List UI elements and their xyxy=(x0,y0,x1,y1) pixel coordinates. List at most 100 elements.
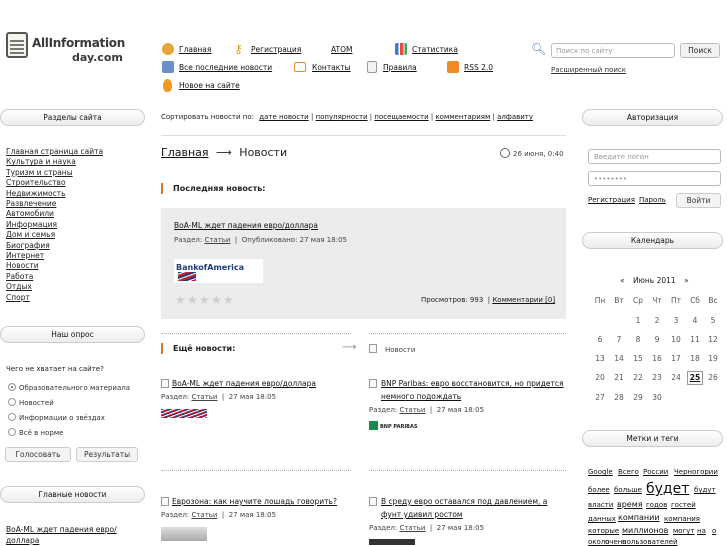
calendar-day[interactable]: 27 xyxy=(592,393,608,402)
tag-link[interactable]: о xyxy=(712,527,716,535)
calendar-day[interactable]: 23 xyxy=(649,373,665,382)
sort-popularity[interactable]: популярности xyxy=(316,113,368,121)
sidebar-item[interactable]: Автомобили xyxy=(6,209,54,218)
news-item-title[interactable]: BoA-ML ждет падения евро/доллара xyxy=(172,377,352,390)
poll-option[interactable]: Образовательного материала xyxy=(8,383,130,392)
calendar-day[interactable]: 8 xyxy=(630,335,646,344)
star-icon[interactable]: ★ xyxy=(187,294,198,306)
calendar-day[interactable]: 1 xyxy=(630,316,646,325)
tag-link[interactable]: больше xyxy=(614,486,642,494)
login-button[interactable]: Войти xyxy=(676,193,721,208)
calendar-day[interactable]: 26 xyxy=(705,373,721,382)
nav-atom[interactable]: ATOM xyxy=(331,45,353,54)
search-button[interactable]: Поиск xyxy=(680,43,720,58)
tag-link[interactable]: миллионов xyxy=(622,526,668,535)
nav-register[interactable]: Регистрация xyxy=(251,45,301,54)
password-input[interactable]: •••••••• xyxy=(588,171,721,186)
calendar-day[interactable]: 10 xyxy=(668,335,684,344)
news-item-title[interactable]: BNP Paribas: евро восстановится, но прид… xyxy=(381,377,566,403)
calendar-day[interactable]: 28 xyxy=(611,393,627,402)
main-news-link[interactable]: BoA-ML ждет падения евро/доллара xyxy=(6,524,141,546)
calendar-prev[interactable]: « xyxy=(620,276,625,285)
sidebar-item[interactable]: Отдых xyxy=(6,282,32,291)
nav-contacts[interactable]: Контакты xyxy=(312,63,351,72)
star-icon[interactable]: ★ xyxy=(175,294,186,306)
sidebar-item[interactable]: Спорт xyxy=(6,293,30,302)
calendar-day[interactable]: 30 xyxy=(649,393,665,402)
calendar-day[interactable]: 21 xyxy=(611,373,627,382)
vote-button[interactable]: Голосовать xyxy=(5,447,71,462)
calendar-day[interactable]: 22 xyxy=(630,373,646,382)
tag-link[interactable]: России xyxy=(643,468,668,476)
tag-link[interactable]: Всего xyxy=(618,468,639,476)
news-section-link[interactable]: Новости xyxy=(385,346,415,354)
tag-link[interactable]: компания xyxy=(664,515,700,523)
sidebar-item[interactable]: Туризм и страны xyxy=(6,168,73,177)
calendar-day[interactable]: 25 xyxy=(687,371,703,385)
calendar-day[interactable]: 24 xyxy=(668,373,684,382)
calendar-day[interactable]: 2 xyxy=(649,316,665,325)
calendar-day[interactable]: 16 xyxy=(649,354,665,363)
sidebar-item[interactable]: Культура и наука xyxy=(6,157,76,166)
star-icon[interactable]: ★ xyxy=(211,294,222,306)
tag-link[interactable]: более xyxy=(588,486,610,494)
sort-alphabet[interactable]: алфавиту xyxy=(497,113,533,121)
calendar-day[interactable]: 17 xyxy=(668,354,684,363)
tag-link[interactable]: на xyxy=(697,527,706,535)
tag-link[interactable]: могут xyxy=(673,527,694,535)
calendar-day[interactable]: 4 xyxy=(687,316,703,325)
results-button[interactable]: Результаты xyxy=(76,447,138,462)
calendar-day[interactable]: 15 xyxy=(630,354,646,363)
sort-visits[interactable]: посещаемости xyxy=(374,113,428,121)
sidebar-item[interactable]: Строительство xyxy=(6,178,66,187)
calendar-day[interactable]: 6 xyxy=(592,335,608,344)
poll-option[interactable]: Информации о звёздах xyxy=(8,413,105,422)
calendar-day[interactable]: 20 xyxy=(592,373,608,382)
nav-all-news[interactable]: Все последние новости xyxy=(179,63,272,72)
sidebar-item[interactable]: Недвижимость xyxy=(6,189,66,198)
sidebar-item[interactable]: Главная страница сайта xyxy=(6,147,103,156)
nav-new-on-site[interactable]: Новое на сайте xyxy=(179,81,240,90)
tag-link[interactable]: время xyxy=(617,500,643,509)
tag-link[interactable]: Черногории xyxy=(674,468,718,476)
calendar-day[interactable]: 11 xyxy=(687,335,703,344)
poll-option[interactable]: Всё в норме xyxy=(8,428,63,437)
tag-link[interactable]: власти xyxy=(588,501,613,509)
star-icon[interactable]: ★ xyxy=(223,294,234,306)
calendar-day[interactable]: 13 xyxy=(592,354,608,363)
sort-comments[interactable]: комментариям xyxy=(435,113,490,121)
sidebar-item[interactable]: Интернет xyxy=(6,251,44,260)
sort-date[interactable]: дате новости xyxy=(259,113,308,121)
calendar-day[interactable]: 18 xyxy=(687,354,703,363)
calendar-day[interactable]: 12 xyxy=(705,335,721,344)
nav-stats[interactable]: Статистика xyxy=(412,45,458,54)
sidebar-item[interactable]: Новости xyxy=(6,261,39,270)
tag-link[interactable]: данных xyxy=(588,515,616,523)
calendar-next[interactable]: » xyxy=(684,276,689,285)
advanced-search-link[interactable]: Расширенный поиск xyxy=(551,66,626,74)
news-item-title[interactable]: В среду евро оставался под давлением, а … xyxy=(381,495,566,521)
calendar-day[interactable]: 19 xyxy=(705,354,721,363)
tag-link[interactable]: будет xyxy=(646,481,689,497)
calendar-day[interactable]: 29 xyxy=(630,393,646,402)
tag-link[interactable]: которые xyxy=(588,527,619,535)
nav-rss[interactable]: RSS 2.0 xyxy=(464,63,493,72)
calendar-day[interactable]: 7 xyxy=(611,335,627,344)
sidebar-item[interactable]: Информация xyxy=(6,220,57,229)
latest-news-title[interactable]: BoA-ML ждет падения евро/доллара xyxy=(174,221,318,230)
sidebar-item[interactable]: Развлечение xyxy=(6,199,56,208)
login-input[interactable]: Введите логин xyxy=(588,149,721,164)
tag-link[interactable]: компании xyxy=(618,513,660,522)
site-logo[interactable]: AllInformation day.com xyxy=(4,30,144,70)
sidebar-item[interactable]: Биография xyxy=(6,241,50,250)
nav-rules[interactable]: Правила xyxy=(383,63,417,72)
tag-link[interactable]: годов xyxy=(646,501,667,509)
nav-home[interactable]: Главная xyxy=(179,45,211,54)
register-link[interactable]: Регистрация xyxy=(588,196,635,204)
comments-link[interactable]: Комментарии [0] xyxy=(492,296,555,304)
calendar-day[interactable]: 5 xyxy=(705,316,721,325)
tag-link[interactable]: будут xyxy=(694,486,716,494)
sidebar-item[interactable]: Дом и семья xyxy=(6,230,55,239)
tag-link[interactable]: гостей xyxy=(671,501,696,509)
tag-link[interactable]: Google xyxy=(588,468,613,476)
